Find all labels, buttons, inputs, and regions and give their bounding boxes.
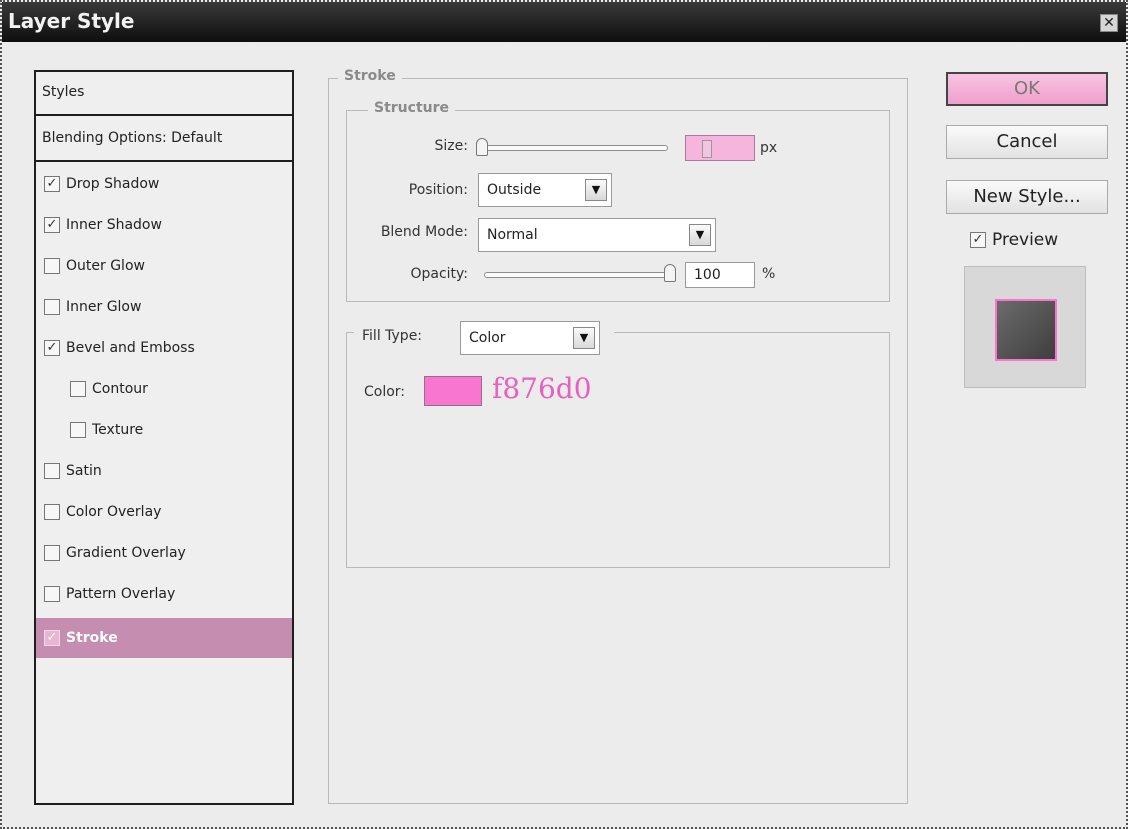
chevron-down-icon[interactable]: ▼ [689, 224, 711, 246]
checkbox[interactable] [44, 258, 60, 274]
style-item-label: Drop Shadow [66, 176, 160, 192]
style-item-label: Gradient Overlay [66, 545, 186, 561]
opacity-slider-track[interactable] [484, 272, 674, 278]
style-item-label: Inner Glow [66, 299, 142, 315]
style-item-inner-glow[interactable]: Inner Glow [36, 287, 292, 327]
ok-button[interactable]: OK [946, 72, 1108, 106]
style-item-texture[interactable]: Texture [36, 410, 292, 450]
preview-swatch [995, 299, 1057, 361]
style-item-satin[interactable]: Satin [36, 451, 292, 491]
fill-type-label: Fill Type: [362, 328, 423, 344]
color-label: Color: [364, 384, 406, 400]
opacity-unit: % [762, 266, 776, 282]
blend-mode-label: Blend Mode: [380, 224, 468, 240]
opacity-slider-thumb[interactable] [664, 264, 676, 282]
style-item-label: Stroke [66, 630, 118, 646]
opacity-input[interactable]: 100 [685, 262, 755, 288]
checkbox[interactable]: ✓ [44, 176, 60, 192]
opacity-label: Opacity: [410, 266, 468, 282]
close-icon: ✕ [1103, 15, 1115, 31]
check-icon: ✓ [46, 217, 58, 232]
dialog-title: Layer Style [8, 9, 135, 33]
checkbox[interactable] [44, 463, 60, 479]
checkbox[interactable]: ✓ [44, 217, 60, 233]
preview-thumbnail [964, 266, 1086, 388]
checkbox[interactable]: ✓ [44, 630, 60, 646]
structure-group-title: Structure [368, 100, 456, 116]
size-unit: px [760, 140, 778, 156]
new-style-button[interactable]: New Style... [946, 180, 1108, 214]
chevron-down-icon[interactable]: ▼ [573, 327, 595, 349]
checkbox[interactable] [44, 545, 60, 561]
style-item-outer-glow[interactable]: Outer Glow [36, 246, 292, 286]
fill-type-select[interactable]: Color ▼ [460, 321, 600, 355]
style-item-pattern-overlay[interactable]: Pattern Overlay [36, 574, 292, 614]
cancel-button[interactable]: Cancel [946, 125, 1108, 159]
styles-list-panel: Styles Blending Options: Default ✓ Drop … [34, 70, 294, 805]
style-item-bevel-emboss[interactable]: ✓ Bevel and Emboss [36, 328, 292, 368]
style-item-drop-shadow[interactable]: ✓ Drop Shadow [36, 164, 292, 204]
checkbox[interactable] [70, 422, 86, 438]
checkbox[interactable] [44, 299, 60, 315]
style-item-label: Texture [92, 422, 144, 438]
preview-checkbox[interactable]: ✓ [970, 232, 986, 248]
style-item-label: Contour [92, 381, 148, 397]
color-hex-annotation: f876d0 [492, 372, 592, 405]
style-item-label: Inner Shadow [66, 217, 162, 233]
blending-options-item[interactable]: Blending Options: Default [36, 118, 292, 162]
close-button[interactable]: ✕ [1100, 14, 1118, 32]
style-item-gradient-overlay[interactable]: Gradient Overlay [36, 533, 292, 573]
position-select[interactable]: Outside ▼ [478, 173, 612, 207]
position-label: Position: [408, 182, 468, 198]
checkbox[interactable] [70, 381, 86, 397]
checkbox[interactable] [44, 586, 60, 602]
text-cursor [702, 140, 712, 158]
stroke-group-title: Stroke [338, 68, 402, 84]
check-icon: ✓ [46, 176, 58, 191]
style-item-stroke[interactable]: ✓ Stroke [36, 618, 292, 658]
size-slider-thumb[interactable] [476, 138, 488, 156]
position-value: Outside [487, 182, 542, 198]
style-item-label: Color Overlay [66, 504, 162, 520]
checkbox[interactable]: ✓ [44, 340, 60, 356]
check-icon: ✓ [46, 340, 58, 355]
style-item-label: Bevel and Emboss [66, 340, 195, 356]
style-item-label: Pattern Overlay [66, 586, 176, 602]
check-icon: ✓ [46, 630, 58, 645]
style-item-label: Satin [66, 463, 102, 479]
preview-label: Preview [992, 230, 1059, 250]
check-icon: ✓ [972, 232, 984, 247]
style-item-contour[interactable]: Contour [36, 369, 292, 409]
fill-group [346, 332, 890, 568]
chevron-down-icon[interactable]: ▼ [585, 179, 607, 201]
style-item-color-overlay[interactable]: Color Overlay [36, 492, 292, 532]
color-swatch[interactable] [424, 376, 482, 406]
layer-style-dialog: Layer Style ✕ Styles Blending Options: D… [0, 0, 1128, 829]
title-bar[interactable]: Layer Style ✕ [2, 2, 1126, 42]
blend-mode-select[interactable]: Normal ▼ [478, 218, 716, 252]
preview-toggle[interactable]: ✓ Preview [970, 230, 1058, 250]
styles-header[interactable]: Styles [36, 72, 292, 116]
style-item-inner-shadow[interactable]: ✓ Inner Shadow [36, 205, 292, 245]
fill-type-value: Color [469, 330, 506, 346]
blend-mode-value: Normal [487, 227, 538, 243]
opacity-value: 100 [694, 267, 721, 283]
checkbox[interactable] [44, 504, 60, 520]
size-slider-track[interactable] [480, 145, 668, 151]
style-item-label: Outer Glow [66, 258, 145, 274]
size-input[interactable]: 1 [685, 135, 755, 161]
size-label: Size: [434, 138, 468, 154]
